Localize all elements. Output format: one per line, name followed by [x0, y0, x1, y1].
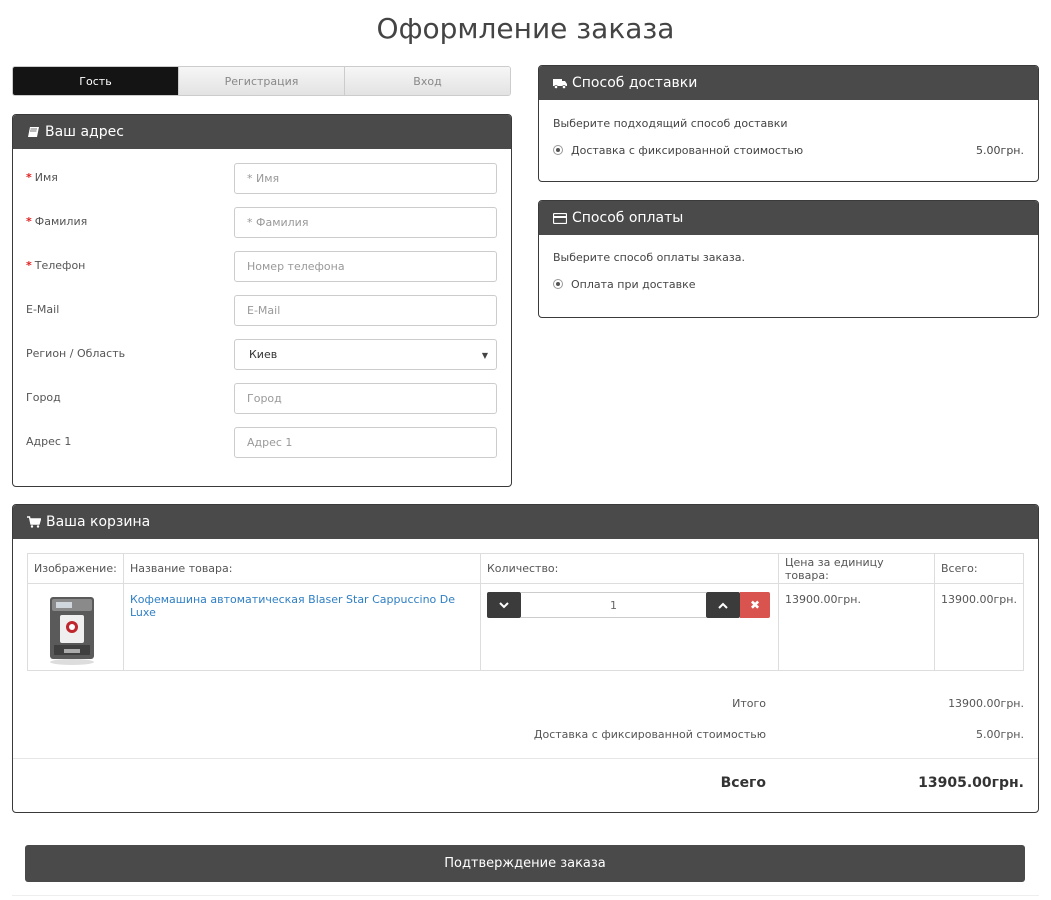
table-row: Кофемашина автоматическая Blaser Star Ca… — [27, 583, 1024, 671]
email-label: E-Mail — [26, 303, 60, 316]
truck-icon — [553, 78, 567, 89]
quantity-increase-button[interactable] — [706, 592, 740, 618]
delivery-panel: Способ доставки Выберите подходящий спос… — [538, 65, 1039, 182]
col-image: Изображение: — [27, 553, 124, 584]
first-name-input[interactable] — [234, 163, 497, 194]
col-name: Название товара: — [123, 553, 481, 584]
city-row: Город — [26, 383, 497, 414]
close-icon: ✖ — [749, 598, 761, 612]
city-input[interactable] — [234, 383, 497, 414]
total-cell: 13900.00грн. — [934, 583, 1024, 671]
confirm-order-button[interactable]: Подтверждение заказа — [25, 845, 1025, 882]
delivery-prompt: Выберите подходящий способ доставки — [553, 117, 788, 130]
payment-prompt: Выберите способ оплаты заказа. — [553, 251, 745, 264]
required-marker: * — [26, 259, 32, 272]
caret-down-icon: ▼ — [481, 351, 488, 360]
payment-panel: Способ оплаты Выберите способ оплаты зак… — [538, 200, 1039, 318]
product-name-cell: Кофемашина автоматическая Blaser Star Ca… — [123, 583, 481, 671]
chevron-down-icon — [499, 599, 509, 612]
unit-price-cell: 13900.00грн. — [778, 583, 935, 671]
cart-table: Изображение: Название товара: Количество… — [27, 553, 1024, 671]
quantity-stepper: ✖ — [487, 592, 770, 618]
address1-input[interactable] — [234, 427, 497, 458]
remove-item-button[interactable]: ✖ — [740, 592, 770, 618]
phone-input[interactable] — [234, 251, 497, 282]
first-name-label: Имя — [34, 171, 58, 184]
tab-register[interactable]: Регистрация — [178, 67, 344, 95]
delivery-panel-header: Способ доставки — [539, 66, 1038, 100]
book-icon — [27, 126, 40, 138]
region-label: Регион / Область — [26, 347, 126, 360]
address-panel-header: Ваш адрес — [13, 115, 511, 149]
credit-card-icon — [553, 212, 567, 224]
region-row: Регион / Область Киев ▼ — [26, 339, 497, 370]
shopping-cart-icon — [27, 516, 41, 528]
cart-header-row: Изображение: Название товара: Количество… — [27, 553, 1024, 584]
phone-label: Телефон — [34, 259, 86, 272]
cart-panel-header: Ваша корзина — [13, 505, 1038, 539]
col-unit-price: Цена за единицу товара: — [778, 553, 935, 584]
shipping-value: 5.00грн. — [976, 728, 1024, 741]
col-total: Всего: — [934, 553, 1024, 584]
required-marker: * — [26, 171, 32, 184]
product-name-link[interactable]: Кофемашина автоматическая Blaser Star Ca… — [130, 593, 455, 619]
product-image[interactable] — [42, 593, 117, 668]
address1-row: Адрес 1 — [26, 427, 497, 458]
col-quantity: Количество: — [480, 553, 779, 584]
last-name-input[interactable] — [234, 207, 497, 238]
totals-divider — [13, 758, 1038, 759]
email-input[interactable] — [234, 295, 497, 326]
delivery-panel-title: Способ доставки — [572, 75, 698, 91]
region-select-value: Киев — [249, 348, 278, 361]
first-name-row: * Имя — [26, 163, 497, 194]
email-row: E-Mail — [26, 295, 497, 326]
delivery-radio[interactable] — [553, 145, 563, 155]
tab-guest[interactable]: Гость — [13, 67, 178, 95]
page-title: Оформление заказа — [376, 12, 675, 45]
cart-panel-title: Ваша корзина — [46, 514, 151, 530]
required-marker: * — [26, 215, 32, 228]
payment-panel-title: Способ оплаты — [572, 210, 684, 226]
quantity-cell: ✖ — [480, 583, 779, 671]
delivery-option-price: 5.00грн. — [976, 143, 1024, 157]
address-panel: Ваш адрес *Имя *Фамилия *Телефон E-Mail … — [12, 114, 512, 487]
phone-row: * Телефон — [26, 251, 497, 282]
delivery-option[interactable]: Доставка с фиксированной стоимостью 5.00… — [553, 142, 1024, 158]
checkout-tabs: Гость Регистрация Вход — [12, 66, 511, 96]
grand-total-value: 13905.00грн. — [918, 775, 1024, 791]
payment-option[interactable]: Оплата при доставке — [553, 276, 1024, 292]
grand-total-label: Всего — [720, 775, 766, 791]
payment-panel-header: Способ оплаты — [539, 201, 1038, 235]
city-label: Город — [26, 391, 61, 404]
last-name-row: * Фамилия — [26, 207, 497, 238]
footer-divider — [12, 895, 1039, 896]
quantity-input[interactable] — [521, 592, 706, 618]
address-panel-title: Ваш адрес — [45, 124, 124, 140]
subtotal-label: Итого — [732, 697, 766, 710]
quantity-decrease-button[interactable] — [487, 592, 521, 618]
region-select[interactable]: Киев ▼ — [234, 339, 497, 370]
shipping-label: Доставка с фиксированной стоимостью — [533, 728, 766, 741]
address1-label: Адрес 1 — [26, 435, 72, 448]
subtotal-value: 13900.00грн. — [948, 697, 1024, 710]
cart-panel: Ваша корзина Изображение: Название товар… — [12, 504, 1039, 813]
chevron-up-icon — [718, 599, 728, 612]
delivery-option-label: Доставка с фиксированной стоимостью — [571, 143, 804, 157]
payment-option-label: Оплата при доставке — [571, 277, 696, 291]
payment-radio[interactable] — [553, 279, 563, 289]
tab-login[interactable]: Вход — [344, 67, 510, 95]
last-name-label: Фамилия — [34, 215, 88, 228]
product-image-cell — [27, 583, 124, 671]
